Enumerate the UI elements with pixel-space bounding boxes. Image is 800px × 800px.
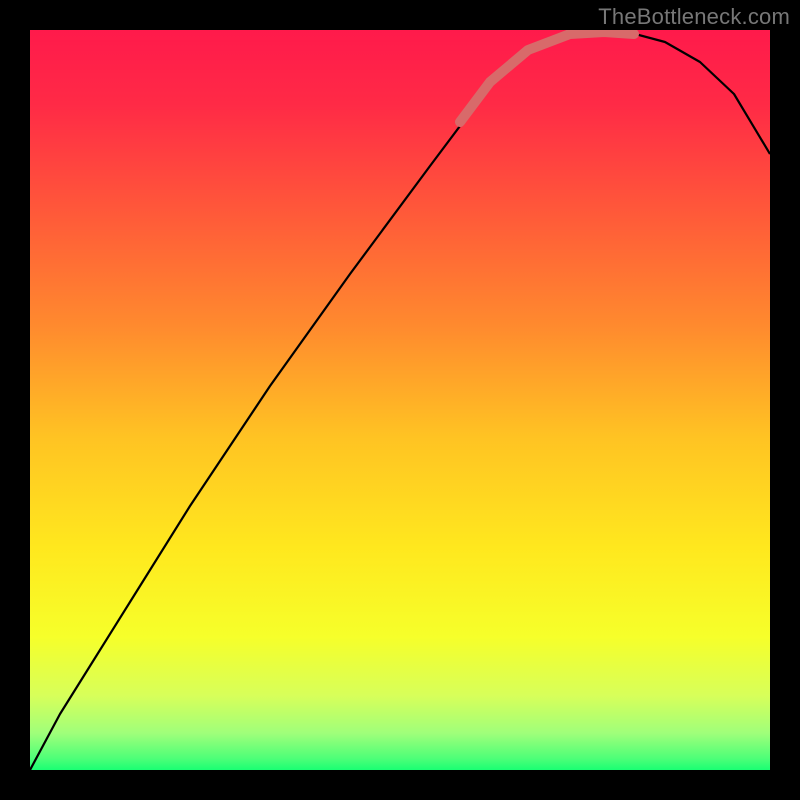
plot-area [30, 30, 770, 770]
watermark-text: TheBottleneck.com [598, 4, 790, 30]
chart-svg [30, 30, 770, 770]
gradient-background [30, 30, 770, 770]
chart-frame: { "watermark": "TheBottleneck.com", "plo… [0, 0, 800, 800]
